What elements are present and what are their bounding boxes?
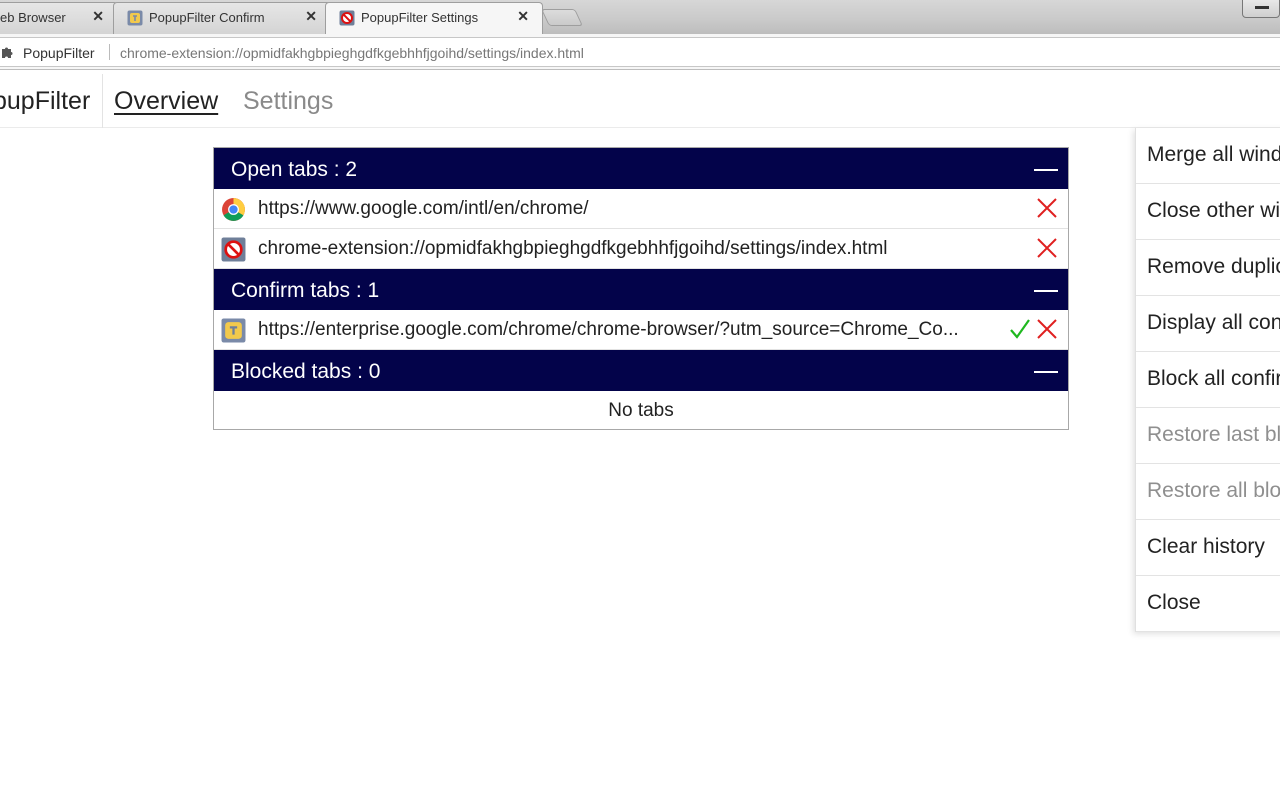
tab-url[interactable]: https://enterprise.google.com/chrome/chr… xyxy=(258,319,1003,341)
browser-tab-title: eb Browser xyxy=(0,10,66,25)
browser-tab-active[interactable]: PopupFilter Settings ✕ xyxy=(325,2,543,34)
close-tab-icon[interactable]: ✕ xyxy=(305,8,317,25)
remove-icon[interactable] xyxy=(1036,197,1058,219)
menu-item-merge-windows[interactable]: Merge all windows xyxy=(1136,128,1280,184)
browser-tab-strip: eb Browser ✕ PopupFilter Confirm ✕ Popup… xyxy=(0,0,1280,34)
section-title: Blocked tabs : 0 xyxy=(231,360,381,383)
menu-item-label: Display all confirm xyxy=(1147,311,1280,334)
omnibox-url[interactable]: chrome-extension://opmidfakhgbpieghgdfkg… xyxy=(120,45,584,61)
confirm-tabs-header[interactable]: Confirm tabs : 1 xyxy=(214,269,1068,310)
remove-icon[interactable] xyxy=(1036,318,1058,340)
list-item[interactable]: https://enterprise.google.com/chrome/chr… xyxy=(214,310,1068,350)
address-bar: PopupFilter chrome-extension://opmidfakh… xyxy=(0,34,1280,70)
browser-tab-title: PopupFilter Confirm xyxy=(149,10,265,25)
header-divider xyxy=(102,74,103,128)
menu-item-block-all-confirm[interactable]: Block all confirm xyxy=(1136,352,1280,408)
collapse-icon[interactable] xyxy=(1034,290,1058,292)
omnibox-origin: PopupFilter xyxy=(23,45,95,61)
browser-tab-title: PopupFilter Settings xyxy=(361,10,479,25)
menu-item-label: Remove duplicates xyxy=(1147,255,1280,278)
menu-item-label: Block all confirm xyxy=(1147,367,1280,390)
app-header: pupFilter Overview Settings xyxy=(0,74,1280,128)
menu-item-label: Close xyxy=(1147,591,1201,614)
extension-puzzle-icon xyxy=(2,47,13,58)
menu-item-close-other-windows[interactable]: Close other windows xyxy=(1136,184,1280,240)
list-item[interactable]: chrome-extension://opmidfakhgbpieghgdfkg… xyxy=(214,229,1068,269)
menu-item-display-all-confirm[interactable]: Display all confirm xyxy=(1136,296,1280,352)
popupfilter-icon xyxy=(339,10,355,26)
omnibox[interactable]: PopupFilter chrome-extension://opmidfakh… xyxy=(0,37,1280,67)
nav-settings[interactable]: Settings xyxy=(243,87,333,116)
menu-item-label: Clear history xyxy=(1147,535,1265,558)
menu-item-remove-duplicates[interactable]: Remove duplicates xyxy=(1136,240,1280,296)
tab-url[interactable]: chrome-extension://opmidfakhgbpieghgdfkg… xyxy=(258,238,1003,260)
minimize-window-button[interactable] xyxy=(1242,0,1280,18)
open-tabs-header[interactable]: Open tabs : 2 xyxy=(214,148,1068,189)
blocked-tabs-header[interactable]: Blocked tabs : 0 xyxy=(214,350,1068,391)
menu-item-label: Restore all blocked xyxy=(1147,479,1280,502)
browser-tab[interactable]: eb Browser ✕ xyxy=(0,2,118,34)
menu-item-close[interactable]: Close xyxy=(1136,576,1280,632)
remove-icon[interactable] xyxy=(1036,237,1058,259)
menu-item-label: Restore last blocked xyxy=(1147,423,1280,446)
list-item[interactable]: https://www.google.com/intl/en/chrome/ xyxy=(214,189,1068,229)
empty-state: No tabs xyxy=(608,400,674,421)
section-title: Open tabs : 2 xyxy=(231,158,358,181)
tab-url[interactable]: https://www.google.com/intl/en/chrome/ xyxy=(258,198,1003,220)
collapse-icon[interactable] xyxy=(1034,169,1058,171)
actions-menu: Merge all windows Close other windows Re… xyxy=(1135,128,1280,632)
popupfilter-icon xyxy=(221,237,246,262)
section-title: Confirm tabs : 1 xyxy=(231,279,380,302)
menu-item-clear-history[interactable]: Clear history xyxy=(1136,520,1280,576)
collapse-icon[interactable] xyxy=(1034,371,1058,373)
enterprise-icon xyxy=(221,318,246,343)
browser-tab[interactable]: PopupFilter Confirm ✕ xyxy=(113,2,331,34)
close-tab-icon[interactable]: ✕ xyxy=(517,8,529,25)
chrome-icon xyxy=(222,198,245,221)
close-tab-icon[interactable]: ✕ xyxy=(92,8,104,25)
confirm-check-icon[interactable] xyxy=(1009,318,1031,340)
new-tab-button[interactable] xyxy=(541,9,583,26)
tabs-panel: Open tabs : 2 https://www.google.com/int… xyxy=(213,147,1069,430)
menu-item-restore-all-blocked[interactable]: Restore all blocked xyxy=(1136,464,1280,520)
minimize-icon xyxy=(1255,6,1269,9)
app-brand: pupFilter xyxy=(0,87,91,115)
menu-item-label: Merge all windows xyxy=(1147,143,1280,166)
menu-item-label: Close other windows xyxy=(1147,199,1280,222)
nav-overview[interactable]: Overview xyxy=(114,87,218,116)
menu-item-restore-last-blocked[interactable]: Restore last blocked xyxy=(1136,408,1280,464)
omnibox-divider xyxy=(109,44,110,60)
enterprise-icon xyxy=(127,10,143,26)
